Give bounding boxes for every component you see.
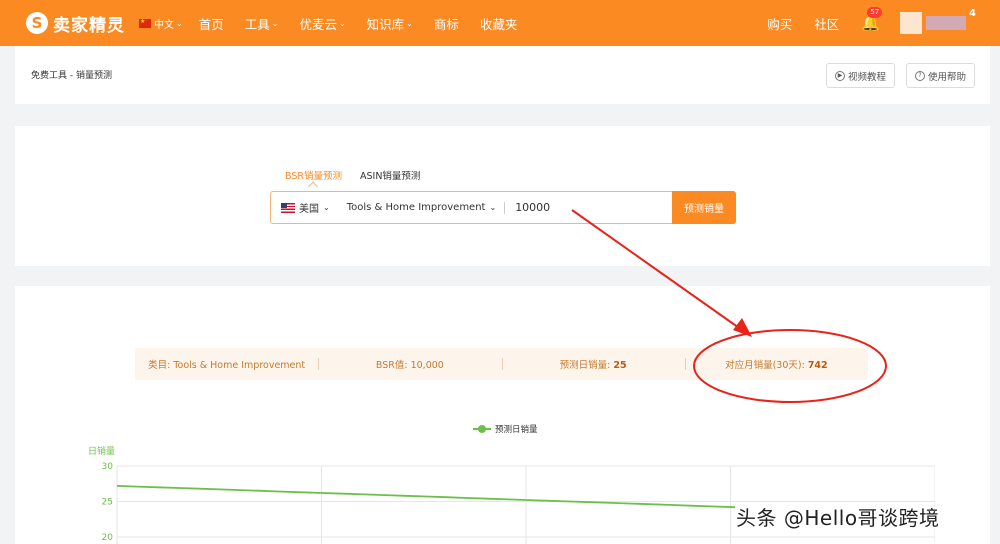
notification-badge: 57 <box>867 7 883 18</box>
summary-monthly-label: 对应月销量(30天): <box>725 360 808 371</box>
tab-bsr-forecast[interactable]: BSR销量预测 <box>285 168 342 182</box>
avatar-suffix: 4 <box>969 8 976 19</box>
avatar-image <box>900 12 922 34</box>
play-icon: ▶ <box>835 70 845 81</box>
legend-label: 预测日销量 <box>495 425 538 435</box>
logo-text: 卖家精灵 <box>53 15 125 36</box>
nav-knowledge[interactable]: 知识库 ⌄ <box>367 14 413 33</box>
video-tutorial-label: 视频教程 <box>848 71 887 83</box>
summary-daily: 预测日销量: 25 <box>501 357 685 371</box>
category-label: Tools & Home Improvement <box>346 202 486 213</box>
nav-knowledge-label: 知识库 <box>366 16 405 32</box>
search-card: BSR销量预测 ASIN销量预测 美国 ⌄ Tools & Home Impro… <box>15 126 990 266</box>
chevron-down-icon: ⌄ <box>406 18 413 28</box>
summary-monthly-value: 742 <box>807 360 828 371</box>
summary-daily-value: 25 <box>613 360 627 371</box>
summary-daily-label: 预测日销量: <box>559 360 614 371</box>
chevron-down-icon: ⌄ <box>323 203 330 212</box>
breadcrumb-card: 免费工具 - 销量预测 ▶ 视频教程 ? 使用帮助 <box>15 46 990 104</box>
nav-buy[interactable]: 购买 <box>767 14 792 33</box>
nav-tools-label: 工具 <box>244 16 270 32</box>
search-bar: 美国 ⌄ Tools & Home Improvement ⌄ 预测销量 <box>270 191 736 224</box>
breadcrumb: 免费工具 - 销量预测 <box>31 71 112 81</box>
language-switch[interactable]: 中文 ⌄ <box>139 16 183 31</box>
chevron-down-icon: ⌄ <box>271 18 279 28</box>
bell-icon[interactable]: 🔔 57 <box>861 7 883 32</box>
video-tutorial-button[interactable]: ▶ 视频教程 <box>826 63 896 88</box>
nav-home[interactable]: 首页 <box>199 14 224 33</box>
language-label: 中文 <box>154 19 174 31</box>
category-select[interactable]: Tools & Home Improvement ⌄ <box>347 202 496 213</box>
chevron-down-icon: ⌄ <box>176 18 183 28</box>
logo-mark: S <box>26 12 48 34</box>
country-select[interactable]: 美国 ⌄ <box>271 200 330 215</box>
chart-legend[interactable]: 预测日销量 <box>473 423 538 435</box>
chevron-down-icon: ⌄ <box>489 203 497 212</box>
nav-tools[interactable]: 工具 ⌄ <box>245 14 279 33</box>
predict-sales-button[interactable]: 预测销量 <box>672 191 736 224</box>
y-tick-label: 20 <box>102 533 114 543</box>
summary-monthly: 对应月销量(30天): 742 <box>684 357 868 371</box>
nav-favorites[interactable]: 收藏夹 <box>480 14 518 33</box>
logo[interactable]: S 卖家精灵 <box>26 11 125 36</box>
us-flag-icon <box>281 202 295 213</box>
series-line-daily-sales <box>116 485 736 509</box>
divider <box>504 201 506 214</box>
summary-bar: 类目: Tools & Home Improvement BSR值: 10,00… <box>135 348 868 380</box>
country-label: 美国 <box>299 204 319 215</box>
summary-category: 类目: Tools & Home Improvement <box>148 360 306 371</box>
help-button[interactable]: ? 使用帮助 <box>906 63 976 88</box>
summary-bsr: BSR值: 10,000 <box>318 357 501 371</box>
bsr-input[interactable] <box>515 201 661 214</box>
top-nav: S 卖家精灵 中文 ⌄ 首页 工具⌄ 优麦云⌄ 知识库⌄ 商标 收藏夹 购买 社… <box>0 0 1000 46</box>
tab-asin-forecast[interactable]: ASIN销量预测 <box>360 168 420 182</box>
help-label: 使用帮助 <box>928 71 967 83</box>
nav-youmaiyun[interactable]: 优麦云 ⌄ <box>299 14 345 33</box>
nav-community[interactable]: 社区 <box>814 14 839 33</box>
y-tick-label: 25 <box>102 498 113 508</box>
china-flag-icon <box>139 18 151 28</box>
avatar[interactable]: 4 <box>900 8 976 38</box>
question-icon: ? <box>915 70 925 81</box>
y-tick-label: 30 <box>102 462 114 472</box>
avatar-username-blurred <box>926 16 966 30</box>
legend-swatch <box>473 425 491 433</box>
nav-trademark[interactable]: 商标 <box>434 14 459 33</box>
watermark: 头条 @Hello哥谈跨境 <box>736 506 940 530</box>
nav-youmaiyun-label: 优麦云 <box>299 16 337 32</box>
chevron-down-icon: ⌄ <box>338 18 346 28</box>
